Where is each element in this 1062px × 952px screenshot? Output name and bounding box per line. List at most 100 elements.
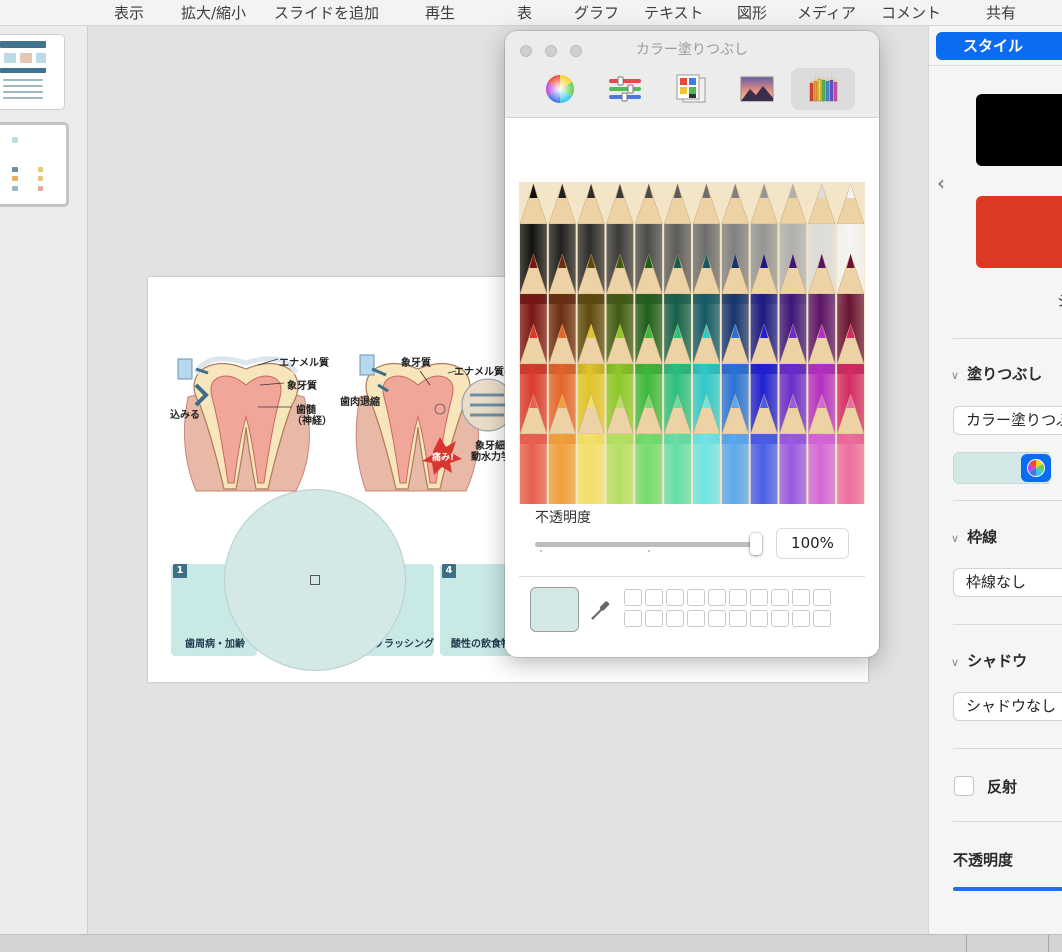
divider <box>953 821 1062 822</box>
divider <box>953 338 1062 339</box>
toolbar-play[interactable]: 再生 <box>425 2 455 23</box>
pencils-icon <box>809 74 838 102</box>
toolbar-comment[interactable]: コメント <box>881 2 941 23</box>
format-inspector: スタイル ‹ シ ∨塗りつぶし カラー塗りつぶし ∨枠線 枠線なし ∨シャドウ … <box>928 26 1062 934</box>
color-wheel-button[interactable] <box>1021 454 1051 482</box>
label-pain: 痛み! <box>432 453 455 463</box>
card-number-badge: 1 <box>173 564 187 578</box>
favorite-color-slot[interactable] <box>792 610 810 627</box>
opacity-slider-fill <box>535 542 757 547</box>
toolbar-text[interactable]: テキスト <box>644 2 704 23</box>
favorite-color-slot[interactable] <box>687 589 705 606</box>
thumb-figure <box>20 53 32 63</box>
chevron-down-icon: ∨ <box>951 656 960 669</box>
toolbar-media[interactable]: メディア <box>797 2 856 23</box>
chevron-down-icon: ∨ <box>951 532 960 545</box>
favorite-color-slot[interactable] <box>624 610 642 627</box>
favorite-color-slot[interactable] <box>750 610 768 627</box>
label-pushing: 込みる <box>170 410 200 421</box>
slide-thumbnail-2[interactable] <box>0 122 69 207</box>
label-gum-recession: 歯肉退縮 <box>340 397 380 408</box>
preset-cut-text: シ <box>1057 290 1062 311</box>
border-type-popup[interactable]: 枠線なし <box>953 568 1062 597</box>
pencil-swatches[interactable] <box>519 182 865 504</box>
pencils-mode-button[interactable] <box>791 68 855 110</box>
favorite-color-slot[interactable] <box>771 589 789 606</box>
toolbar-chart[interactable]: グラフ <box>574 2 619 23</box>
selection-handle[interactable] <box>310 575 320 585</box>
label-enamel: エナメル質 <box>279 358 329 369</box>
eyedropper-icon[interactable] <box>589 597 611 621</box>
tab-style[interactable]: スタイル <box>936 32 1062 60</box>
divider <box>953 748 1062 749</box>
favorite-color-slot[interactable] <box>771 610 789 627</box>
chevron-down-icon: ∨ <box>951 369 960 382</box>
favorite-color-slot[interactable] <box>708 589 726 606</box>
chevron-left-icon[interactable]: ‹ <box>937 171 945 195</box>
opacity-value-field[interactable]: 100% <box>776 528 849 559</box>
favorite-color-slot[interactable] <box>624 589 642 606</box>
fill-type-popup[interactable]: カラー塗りつぶし <box>953 406 1062 435</box>
favorite-color-slot[interactable] <box>666 589 684 606</box>
color-wheel-icon <box>546 75 574 103</box>
style-preset-black[interactable] <box>976 94 1062 166</box>
favorite-color-slot[interactable] <box>666 610 684 627</box>
favorite-color-slot[interactable] <box>645 589 663 606</box>
slide-thumbnail-1[interactable] <box>0 34 65 110</box>
divider <box>953 500 1062 501</box>
thumb-icon <box>38 167 43 172</box>
selected-circle-shape[interactable] <box>224 489 406 671</box>
toolbar-table[interactable]: 表 <box>517 2 532 23</box>
thumb-line <box>3 91 43 93</box>
current-color-swatch[interactable] <box>530 587 579 632</box>
favorite-color-slot[interactable] <box>687 610 705 627</box>
favorite-color-slot[interactable] <box>708 610 726 627</box>
thumb-icon <box>12 167 18 172</box>
favorite-color-slot[interactable] <box>813 589 831 606</box>
favorite-color-slot[interactable] <box>792 589 810 606</box>
opacity-slider[interactable] <box>535 542 757 547</box>
toolbar-share[interactable]: 共有 <box>986 2 1016 23</box>
favorite-color-slot[interactable] <box>750 589 768 606</box>
thumb-icon <box>12 186 18 191</box>
favorite-color-slot[interactable] <box>645 610 663 627</box>
favorite-color-slot[interactable] <box>813 610 831 627</box>
thumb-shape <box>12 137 18 143</box>
border-section-header[interactable]: ∨ 枠線 <box>951 526 997 547</box>
fill-section-header[interactable]: ∨ 塗りつぶし <box>951 363 1042 384</box>
favorite-color-slot[interactable] <box>729 589 747 606</box>
divider <box>953 624 1062 625</box>
thumb-line <box>3 79 43 81</box>
image-palettes-mode-button[interactable] <box>725 68 789 110</box>
panel-divider <box>519 576 865 577</box>
inspector-opacity-slider[interactable] <box>953 887 1062 891</box>
separator <box>966 935 967 952</box>
favorite-color-slot[interactable] <box>729 610 747 627</box>
opacity-slider-knob[interactable] <box>750 533 762 555</box>
color-palettes-mode-button[interactable] <box>659 68 723 110</box>
thumb-band <box>0 68 46 73</box>
image-icon <box>740 76 774 102</box>
sliders-icon <box>609 76 641 102</box>
color-wheel-mode-button[interactable] <box>528 68 592 110</box>
reflection-label: 反射 <box>987 778 1018 796</box>
toolbar-add-slide[interactable]: スライドを追加 <box>274 2 379 23</box>
palettes-icon <box>676 74 706 103</box>
thumb-line <box>3 97 43 99</box>
shadow-type-popup[interactable]: シャドウなし <box>953 692 1062 721</box>
toolbar-shape[interactable]: 図形 <box>737 2 767 23</box>
color-sliders-mode-button[interactable] <box>593 68 657 110</box>
style-preset-red[interactable] <box>976 196 1062 268</box>
toolbar: 表示 拡大/縮小 スライドを追加 再生 表 グラフ テキスト 図形 メディア コ… <box>0 0 1062 26</box>
thumb-icon <box>38 176 43 181</box>
toolbar-zoom[interactable]: 拡大/縮小 <box>181 2 246 23</box>
card-number-badge: 4 <box>442 564 456 578</box>
toolbar-view[interactable]: 表示 <box>114 2 144 23</box>
label-nerve: （神経） <box>292 416 332 427</box>
reflection-checkbox[interactable] <box>954 776 974 796</box>
separator <box>1048 935 1049 952</box>
slide-navigator <box>0 26 88 936</box>
window-bottom-bar <box>0 934 1062 952</box>
thumb-figure <box>4 53 16 63</box>
shadow-section-header[interactable]: ∨ シャドウ <box>951 650 1027 671</box>
